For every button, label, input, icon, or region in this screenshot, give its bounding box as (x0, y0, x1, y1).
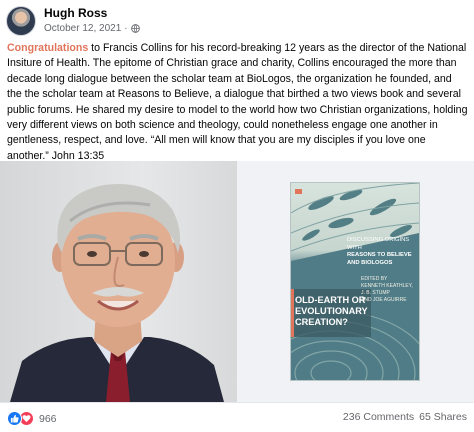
reaction-count[interactable]: 966 (39, 413, 57, 425)
book-subtitle-line3: and BioLogos (347, 259, 393, 266)
like-icon (7, 411, 22, 426)
post-date[interactable]: October 12, 2021 (44, 23, 121, 34)
post-footer: 966 236 Comments 65 Shares (0, 402, 474, 432)
shares-count[interactable]: 65 Shares (419, 411, 467, 423)
post-text-body: to Francis Collins for his record-breaki… (7, 42, 468, 162)
post-text: Congratulations to Francis Collins for h… (7, 41, 469, 164)
book-subtitle: Discussing Origins with Reasons to Belie… (347, 237, 415, 267)
book-editors: Edited by Kenneth Keathley, J. B. Stump … (361, 276, 416, 304)
reactions[interactable]: 966 (7, 411, 57, 426)
globe-icon[interactable] (130, 24, 140, 33)
post-header: Hugh Ross October 12, 2021 · (6, 6, 468, 38)
book-editor-3: and Joe Aguirre (361, 297, 407, 303)
avatar[interactable] (6, 6, 36, 36)
reaction-icons (7, 411, 35, 426)
post-text-highlight: Congratulations (7, 42, 89, 54)
book-editor-1: Kenneth Keathley, (361, 283, 413, 289)
book-subtitle-line1: Discussing Origins with (347, 237, 410, 251)
portrait-photo[interactable] (0, 161, 237, 402)
book-editor-2: J. B. Stump (361, 290, 390, 296)
book-photo[interactable]: Discussing Origins with Reasons to Belie… (237, 161, 474, 402)
meta-separator: · (124, 23, 128, 34)
author-name[interactable]: Hugh Ross (44, 6, 107, 20)
book-editors-label: Edited by (361, 276, 388, 282)
book-subtitle-line2: Reasons to Believe (347, 252, 412, 258)
engagement-counts: 236 Comments 65 Shares (343, 411, 467, 423)
portrait-illustration (10, 184, 224, 402)
comments-count[interactable]: 236 Comments (343, 411, 414, 423)
book-cover: Discussing Origins with Reasons to Belie… (291, 183, 419, 380)
post-meta: October 12, 2021 · (44, 23, 140, 34)
book-title: Old-Earth or Evolutionary Creation? (295, 295, 368, 327)
